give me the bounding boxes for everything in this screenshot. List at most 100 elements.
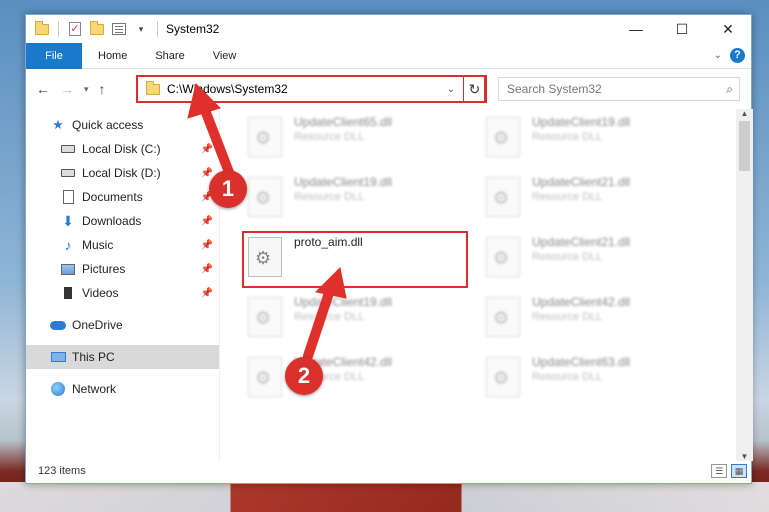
pin-icon[interactable]: 📌	[201, 240, 213, 251]
folder-icon	[34, 20, 50, 37]
scrollbar-thumb[interactable]	[739, 121, 750, 171]
dll-file-icon	[248, 357, 282, 397]
pin-icon[interactable]: 📌	[201, 144, 213, 155]
status-bar: 123 items ☰ ▦	[26, 459, 753, 483]
main-area: ★ Quick access Local Disk (C:) 📌 Local D…	[26, 109, 753, 461]
window-title: System32	[166, 22, 220, 36]
step-2-badge: 2	[285, 357, 323, 395]
sidebar-item-label: Quick access	[72, 118, 144, 132]
dll-file-icon	[486, 357, 520, 397]
sidebar-item-quick-access[interactable]: ★ Quick access	[26, 113, 219, 137]
pin-icon[interactable]: 📌	[201, 288, 213, 299]
details-view-icon[interactable]: ☰	[711, 464, 727, 478]
file-item[interactable]: UpdateClient21.dll Resource DLL	[486, 175, 716, 219]
file-name: UpdateClient42.dll	[532, 295, 631, 309]
file-item[interactable]: UpdateClient63.dll Resource DLL	[486, 355, 716, 399]
document-icon	[60, 190, 76, 204]
download-icon: ⬇	[62, 212, 74, 229]
file-item[interactable]: UpdateClient21.dll Resource DLL	[486, 235, 716, 279]
sidebar-item-label: Local Disk (D:)	[82, 166, 161, 180]
sidebar-item-downloads[interactable]: ⬇ Downloads 📌	[26, 209, 219, 233]
close-button[interactable]: ✕	[705, 15, 751, 43]
new-folder-icon[interactable]	[89, 20, 105, 37]
sidebar-item-onedrive[interactable]: OneDrive	[26, 313, 219, 337]
large-icons-view-icon[interactable]: ▦	[731, 464, 747, 478]
address-dropdown-icon[interactable]: ⌄	[442, 84, 460, 95]
navigation-bar: ← → ▾ ↑ C:\Windows\System32 ⌄ ↻ Search S…	[26, 69, 751, 109]
sidebar-item-local-disk-d[interactable]: Local Disk (D:) 📌	[26, 161, 219, 185]
sidebar-item-local-disk-c[interactable]: Local Disk (C:) 📌	[26, 137, 219, 161]
sidebar-item-label: Videos	[82, 286, 119, 300]
tab-home[interactable]: Home	[82, 50, 141, 62]
vertical-scrollbar[interactable]: ▲ ▼	[736, 109, 753, 461]
file-type: Resource DLL	[532, 371, 603, 383]
back-arrow-icon[interactable]: ←	[36, 81, 50, 97]
file-item[interactable]: UpdateClient19.dll Resource DLL	[486, 115, 716, 159]
dll-file-icon	[248, 177, 282, 217]
dll-file-icon	[486, 177, 520, 217]
sidebar-item-this-pc[interactable]: This PC	[26, 345, 219, 369]
sidebar-item-label: Downloads	[82, 214, 142, 228]
properties-icon[interactable]	[111, 21, 127, 37]
video-icon	[60, 286, 76, 300]
file-item[interactable]: UpdateClient19.dll Resource DLL	[248, 175, 478, 219]
file-name: UpdateClient21.dll	[532, 175, 631, 189]
dll-file-icon	[486, 297, 520, 337]
sidebar-item-documents[interactable]: Documents 📌	[26, 185, 219, 209]
ribbon-tabs: File Home Share View ⌄ ?	[26, 42, 751, 69]
file-type: Resource DLL	[294, 191, 365, 203]
help-icon[interactable]: ?	[730, 48, 745, 63]
sidebar-item-label: Music	[82, 238, 114, 252]
search-input[interactable]: Search System32	[507, 82, 602, 96]
sidebar-item-pictures[interactable]: Pictures 📌	[26, 257, 219, 281]
up-arrow-icon[interactable]: ↑	[99, 81, 106, 97]
sidebar-item-network[interactable]: Network	[26, 377, 219, 401]
pin-icon[interactable]: 📌	[201, 168, 213, 179]
star-icon: ★	[52, 117, 64, 132]
drive-icon	[60, 142, 76, 156]
file-item[interactable]: UpdateClient42.dllResource DLL	[486, 295, 716, 339]
expand-ribbon-chevron-icon[interactable]: ⌄	[714, 50, 722, 61]
file-highlight-box	[242, 231, 468, 288]
sidebar-item-label: Network	[72, 382, 117, 396]
computer-icon	[50, 350, 66, 364]
address-bar[interactable]: C:\Windows\System32 ⌄	[136, 75, 486, 103]
address-path[interactable]: C:\Windows\System32	[167, 82, 288, 96]
pin-icon[interactable]: 📌	[201, 264, 213, 275]
sidebar-item-music[interactable]: ♪ Music 📌	[26, 233, 219, 257]
forward-arrow-icon[interactable]: →	[60, 81, 74, 97]
maximize-button[interactable]: ☐	[659, 15, 705, 43]
file-item[interactable]: UpdateClient19.dll Resource DLL	[248, 295, 478, 339]
sidebar-item-label: Pictures	[82, 262, 126, 276]
quick-access-toolbar: ✓ ▾	[26, 20, 160, 37]
file-type: Resource DLL	[532, 251, 603, 263]
tab-share[interactable]: Share	[141, 50, 198, 62]
file-name: UpdateClient65.dll	[294, 115, 393, 129]
file-explorer-window: ✓ ▾ System32 — ☐ ✕ File Home Share View …	[25, 14, 753, 484]
sidebar-item-label: Local Disk (C:)	[82, 142, 161, 156]
minimize-button[interactable]: —	[613, 15, 659, 43]
cloud-icon	[50, 318, 66, 332]
item-count: 123 items	[38, 465, 86, 477]
file-item[interactable]: UpdateClient65.dll Resource DLL	[248, 115, 478, 159]
file-name: UpdateClient19.dll	[294, 295, 393, 309]
folder-icon	[146, 80, 160, 95]
refresh-button[interactable]: ↻	[463, 75, 487, 103]
pin-icon[interactable]: 📌	[201, 216, 213, 227]
navigation-buttons: ← → ▾ ↑	[26, 81, 134, 97]
desktop-background	[0, 482, 769, 512]
sidebar-item-label: Documents	[82, 190, 143, 204]
search-box[interactable]: Search System32 ⌕	[498, 77, 740, 101]
dll-file-icon	[248, 297, 282, 337]
file-item[interactable]: UpdateClient42.dllResource DLL	[248, 355, 478, 399]
scroll-up-icon[interactable]: ▲	[736, 109, 753, 118]
recent-locations-chevron-icon[interactable]: ▾	[84, 84, 89, 95]
file-name: UpdateClient19.dll	[294, 175, 393, 189]
customize-toolbar-chevron-icon[interactable]: ▾	[133, 21, 149, 37]
properties-check-icon[interactable]: ✓	[67, 21, 83, 37]
sidebar-item-videos[interactable]: Videos 📌	[26, 281, 219, 305]
tab-view[interactable]: View	[199, 50, 251, 62]
dll-file-icon	[486, 117, 520, 157]
tab-file[interactable]: File	[26, 42, 82, 69]
music-icon: ♪	[64, 237, 72, 253]
